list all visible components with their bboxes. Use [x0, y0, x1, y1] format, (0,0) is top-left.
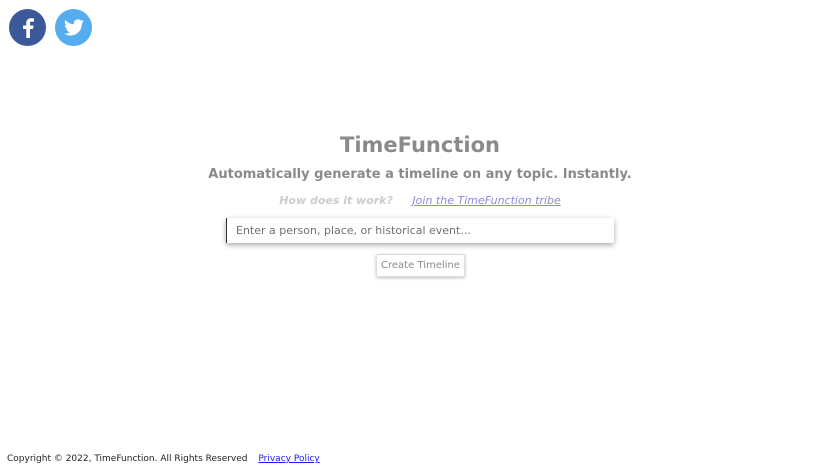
- create-timeline-button[interactable]: Create Timeline: [376, 254, 465, 277]
- twitter-icon: [63, 19, 84, 36]
- join-tribe-link[interactable]: Join the TimeFunction tribe: [412, 194, 560, 207]
- info-links: How does it work? Join the TimeFunction …: [0, 194, 840, 208]
- facebook-icon: [22, 17, 34, 38]
- page: TimeFunction Automatically generate a ti…: [0, 0, 840, 472]
- search-input[interactable]: [226, 218, 614, 243]
- page-subtitle: Automatically generate a timeline on any…: [208, 167, 632, 182]
- how-it-works-link[interactable]: How does it work?: [279, 194, 393, 207]
- page-title: TimeFunction: [340, 133, 500, 157]
- footer: Copyright © 2022, TimeFunction. All Righ…: [7, 453, 320, 465]
- search-box: [226, 218, 614, 243]
- facebook-button[interactable]: [9, 9, 46, 46]
- twitter-button[interactable]: [55, 9, 92, 46]
- privacy-policy-link[interactable]: Privacy Policy: [258, 454, 319, 464]
- copyright-text: Copyright © 2022, TimeFunction. All Righ…: [7, 454, 248, 464]
- social-buttons: [9, 9, 92, 46]
